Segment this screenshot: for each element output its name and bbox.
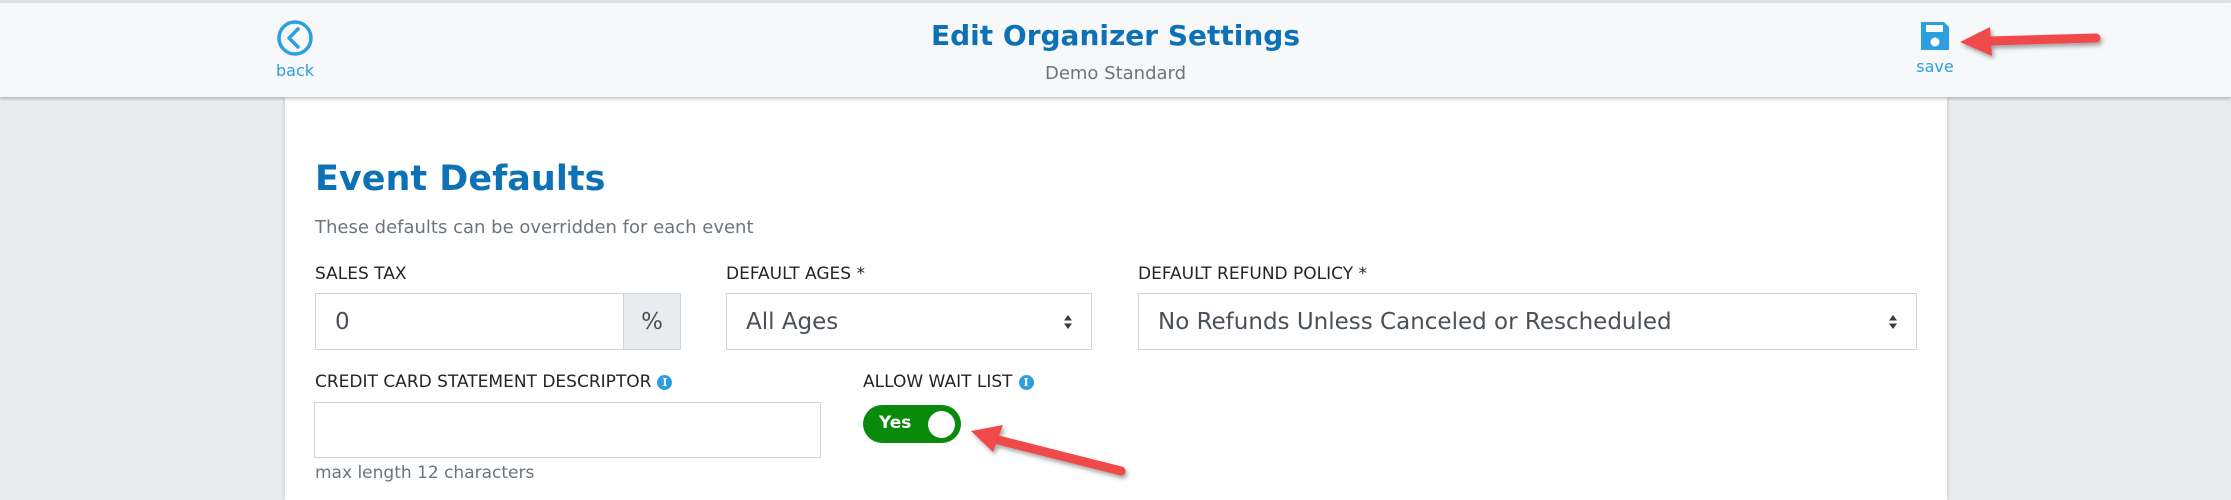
sales-tax-label: SALES TAX [315, 264, 406, 284]
page-header: back Edit Organizer Settings Demo Standa… [0, 3, 2231, 97]
descriptor-input[interactable] [314, 402, 821, 458]
wait-list-label: ALLOW WAIT LIST i [863, 372, 1034, 392]
default-ages-label-text: DEFAULT AGES * [726, 264, 865, 284]
section-description: These defaults can be overridden for eac… [315, 217, 754, 238]
sales-tax-value: 0 [335, 308, 350, 335]
save-label: save [1916, 57, 1954, 76]
sales-tax-label-text: SALES TAX [315, 264, 407, 284]
refund-policy-select[interactable]: No Refunds Unless Canceled or Reschedule… [1138, 293, 1917, 350]
default-ages-label: DEFAULT AGES * [726, 264, 865, 284]
descriptor-label-text: CREDIT CARD STATEMENT DESCRIPTOR [315, 372, 652, 392]
select-sort-arrows-icon [1064, 314, 1072, 329]
wait-list-label-text: ALLOW WAIT LIST [863, 372, 1013, 392]
percent-addon: % [623, 294, 680, 349]
select-sort-arrows-icon [1889, 314, 1897, 329]
floppy-disk-icon [1921, 22, 1949, 50]
info-icon[interactable]: i [657, 374, 673, 390]
settings-card: Event Defaults These defaults can be ove… [285, 97, 1947, 500]
refund-policy-value: No Refunds Unless Canceled or Reschedule… [1158, 308, 1672, 335]
toggle-label: Yes [879, 413, 912, 433]
descriptor-help-text: max length 12 characters [315, 463, 535, 483]
info-icon[interactable]: i [1018, 374, 1034, 390]
refund-policy-label: DEFAULT REFUND POLICY * [1138, 264, 1367, 284]
section-title: Event Defaults [315, 159, 606, 199]
default-ages-select[interactable]: All Ages [726, 293, 1092, 350]
allow-wait-list-toggle[interactable]: Yes [863, 405, 961, 443]
refund-policy-label-text: DEFAULT REFUND POLICY * [1138, 264, 1368, 284]
toggle-knob [928, 411, 955, 438]
save-button[interactable]: save [1895, 3, 1975, 93]
default-ages-value: All Ages [746, 308, 839, 335]
sales-tax-input[interactable]: 0 % [315, 293, 681, 350]
descriptor-label: CREDIT CARD STATEMENT DESCRIPTOR i [315, 372, 673, 392]
